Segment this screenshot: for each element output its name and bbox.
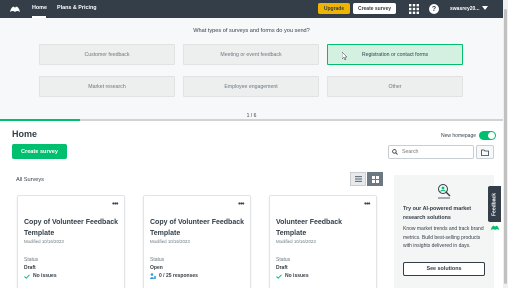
page-title: Home [12, 129, 38, 139]
survey-card-meta-text: No issues [33, 273, 57, 279]
nav-home[interactable]: Home [32, 5, 47, 11]
ai-research-icon [438, 184, 451, 199]
grid-view-button[interactable] [367, 172, 383, 186]
survey-card-meta: No issues [24, 273, 57, 279]
user-account-menu[interactable]: swasrey20... [450, 6, 479, 12]
surveymonkey-logo-icon[interactable] [9, 4, 21, 14]
search-icon [392, 149, 398, 155]
survey-card-title[interactable]: Copy of Volunteer Feedback Template [24, 217, 122, 239]
toggle-knob[interactable] [488, 132, 495, 139]
more-options-icon[interactable]: ••• [238, 201, 244, 208]
promo-title: Try our AI-powered market research solut… [403, 206, 472, 221]
grid-icon[interactable] [409, 4, 419, 14]
help-icon[interactable]: ? [429, 4, 439, 14]
page-scrollbar-thumb[interactable] [504, 9, 507, 284]
survey-card-status: Open [150, 265, 163, 271]
promo-body: Know market trends and track brand metri… [403, 226, 484, 249]
responses-icon [150, 273, 156, 279]
survey-card-title[interactable]: Volunteer Feedback Template [276, 217, 374, 239]
list-icon [354, 176, 362, 182]
more-options-icon[interactable]: ••• [112, 201, 118, 208]
option-customer-feedback[interactable]: Customer feedback [39, 44, 175, 65]
see-solutions-button[interactable]: See solutions [403, 262, 485, 276]
survey-progress-fill [0, 119, 81, 121]
survey-card-modified: Modified 10/16/2023 [24, 239, 64, 244]
survey-card-status-label: Status [276, 257, 291, 263]
all-surveys-heading: All Surveys [16, 177, 44, 183]
create-survey-button[interactable]: Create survey [12, 144, 67, 159]
check-icon [276, 273, 282, 279]
new-homepage-label: New homepage [441, 133, 477, 139]
option-meeting-event-feedback[interactable]: Meeting or event feedback [183, 44, 319, 65]
mouse-cursor-icon [342, 52, 348, 60]
survey-card[interactable]: ••• Volunteer Feedback Template Modified… [269, 195, 377, 288]
survey-card-modified: Modified 10/16/2023 [150, 239, 190, 244]
upgrade-button[interactable]: Upgrade [318, 3, 350, 14]
survey-type-question: What types of surveys and forms do you s… [193, 28, 310, 34]
feedback-tab-label[interactable]: Feedback [488, 186, 501, 222]
survey-card-status-label: Status [24, 257, 39, 263]
more-options-icon[interactable]: ••• [364, 201, 370, 208]
surveymonkey-small-logo-icon [490, 225, 500, 230]
survey-card[interactable]: ••• Copy of Volunteer Feedback Template … [143, 195, 251, 288]
option-market-research[interactable]: Market research [39, 76, 175, 97]
survey-card-status: Draft [276, 265, 288, 271]
create-survey-top-button[interactable]: Create survey [353, 3, 396, 14]
survey-card[interactable]: ••• Copy of Volunteer Feedback Template … [17, 195, 125, 288]
folder-icon [481, 149, 489, 156]
check-icon [24, 273, 30, 279]
survey-card-modified: Modified 10/16/2023 [276, 239, 316, 244]
survey-card-status: Draft [24, 265, 36, 271]
grid-view-icon [371, 175, 379, 183]
survey-card-meta-text: 0 / 25 responses [159, 273, 198, 279]
folder-button[interactable] [476, 145, 494, 159]
survey-card-meta: No issues [276, 273, 309, 279]
list-view-button[interactable] [350, 172, 366, 186]
nav-plans-pricing[interactable]: Plans & Pricing [57, 5, 97, 11]
chevron-down-icon[interactable] [482, 6, 488, 10]
survey-card-meta-text: No issues [285, 273, 309, 279]
survey-card-title[interactable]: Copy of Volunteer Feedback Template [150, 217, 248, 239]
option-other[interactable]: Other [327, 76, 463, 97]
option-employee-engagement[interactable]: Employee engagement [183, 76, 319, 97]
survey-card-meta: 0 / 25 responses [150, 273, 198, 279]
survey-card-status-label: Status [150, 257, 165, 263]
search-input[interactable] [402, 148, 470, 156]
